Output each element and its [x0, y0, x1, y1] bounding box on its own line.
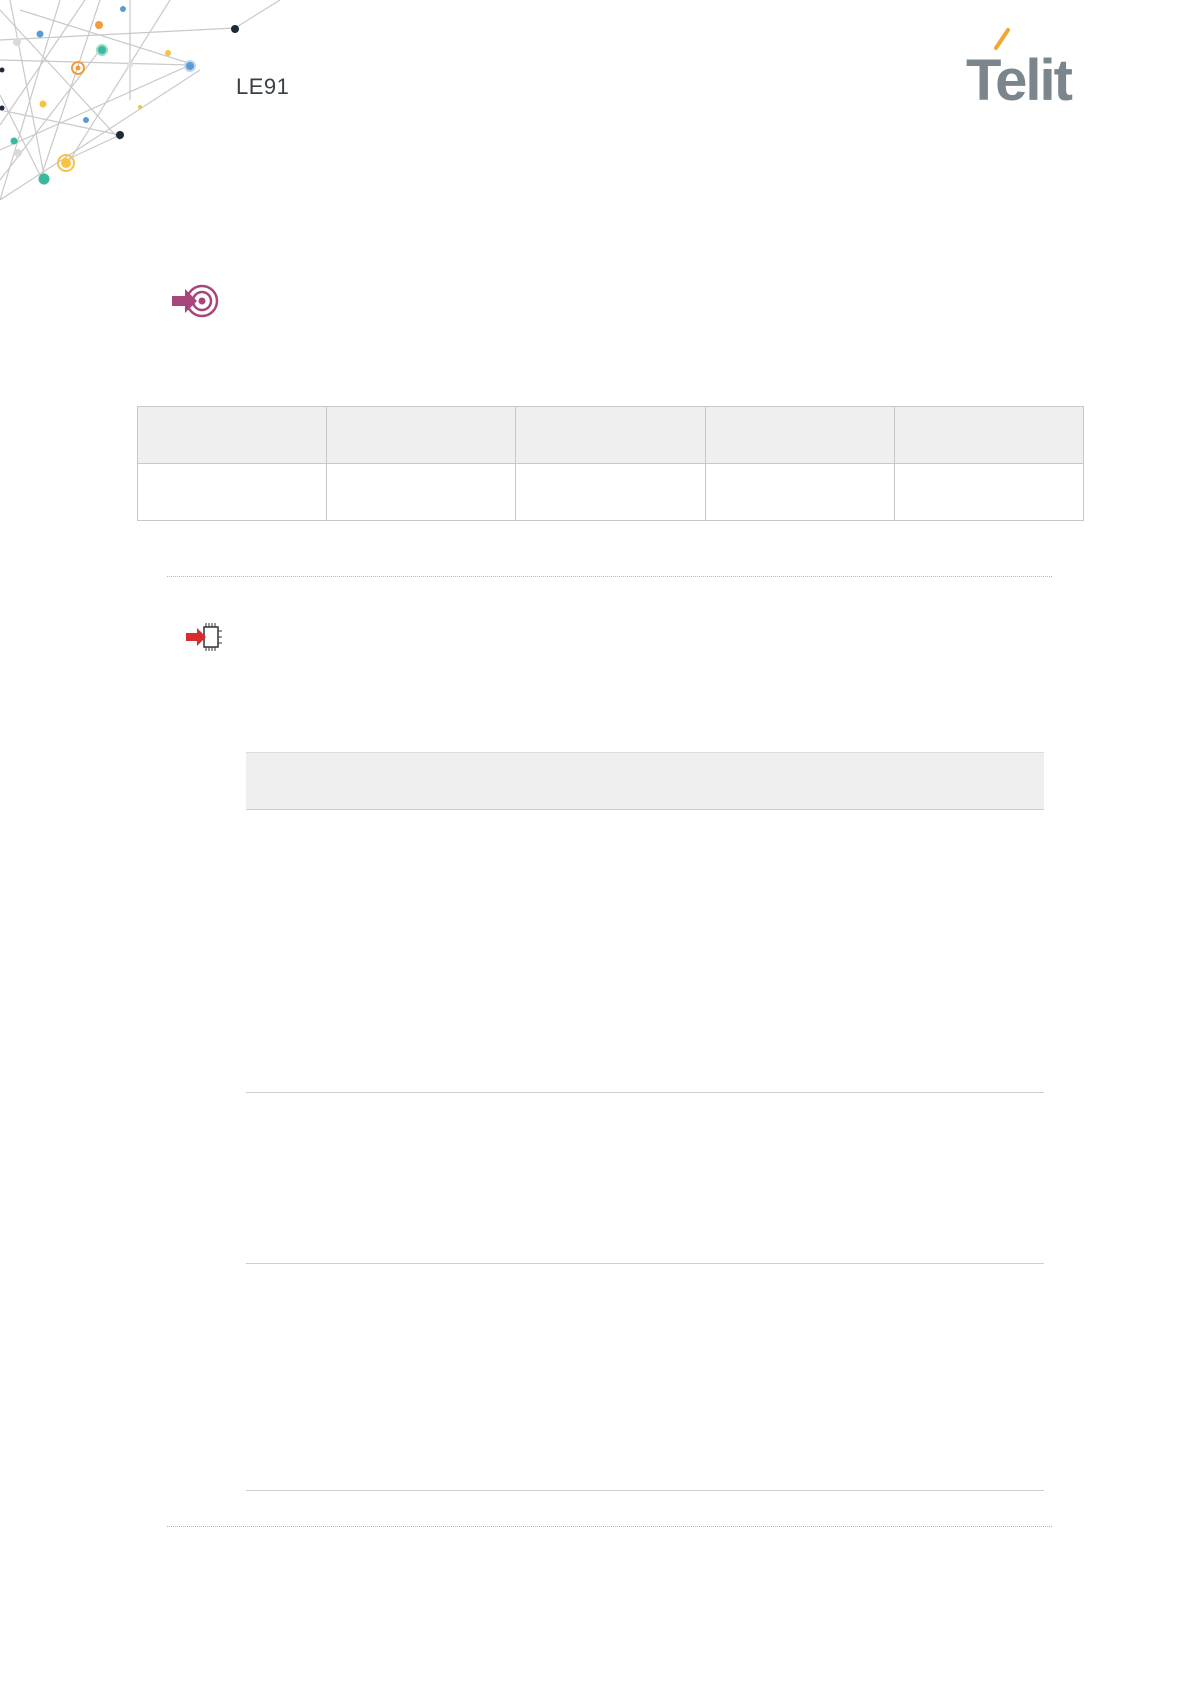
- header-cell: [136, 406, 328, 464]
- table-row: [136, 463, 1085, 521]
- brand-name: Telit: [966, 48, 1073, 104]
- table-cell: [515, 463, 706, 521]
- header-cell: [704, 406, 895, 464]
- header-product-name: LE91: [236, 74, 290, 99]
- parameter-table: [136, 406, 1085, 521]
- table-cell: [893, 463, 1085, 521]
- table-cell: [704, 463, 895, 521]
- section-divider: [167, 1526, 1052, 1527]
- detail-table-row-divider: [246, 1263, 1044, 1264]
- arrow-chip-icon: [186, 623, 222, 651]
- detail-table-header: [246, 752, 1044, 810]
- header-cell: [893, 406, 1085, 464]
- detail-table-row-divider: [246, 1490, 1044, 1491]
- header-cell: [326, 406, 517, 464]
- telit-logo: Telit: [966, 28, 1075, 104]
- arrow-target-icon: [172, 284, 219, 318]
- network-dots-decoration: [0, 0, 281, 201]
- section-divider: [167, 576, 1052, 577]
- table-header-row: [136, 406, 1085, 464]
- table-cell: [326, 463, 517, 521]
- header-cell: [515, 406, 706, 464]
- detail-table-row-divider: [246, 1092, 1044, 1093]
- table-cell: [136, 463, 328, 521]
